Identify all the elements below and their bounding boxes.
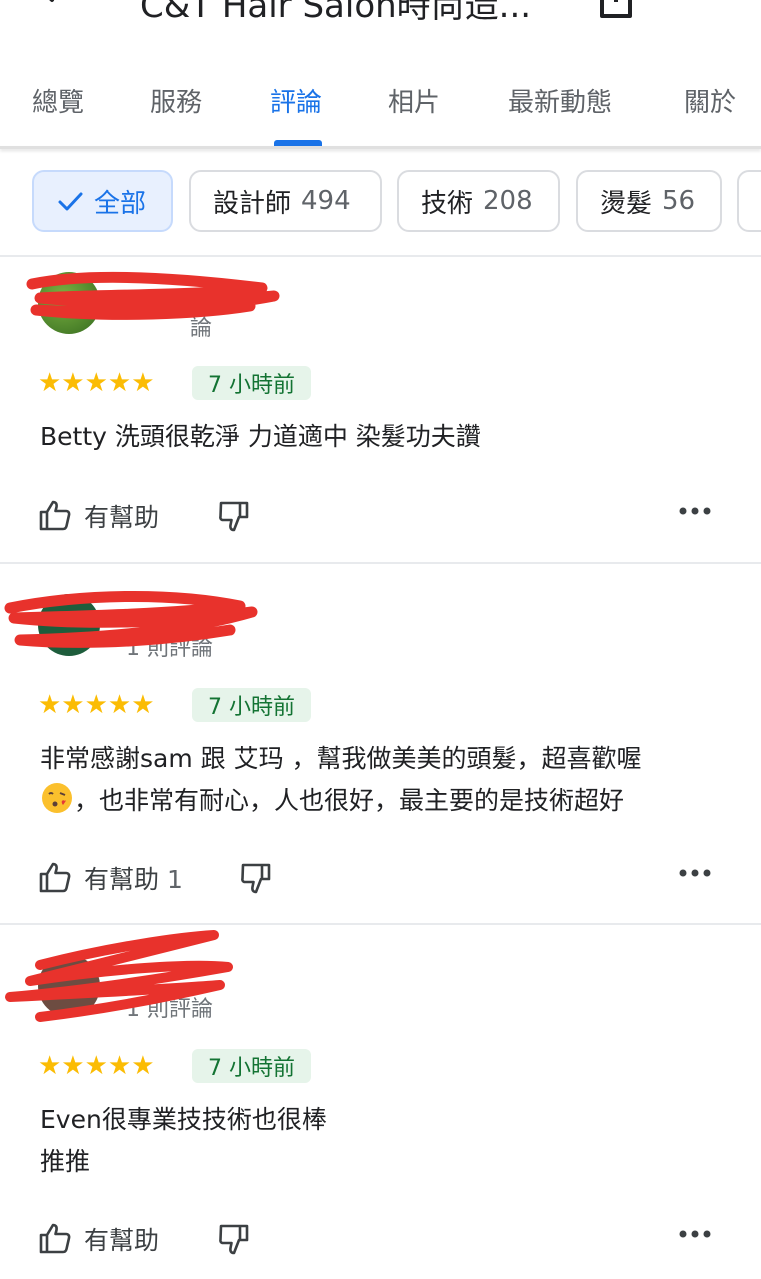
review-text-line: 非常感謝sam 跟 艾玛 ，幫我做美美的頭髮，超喜歡喔 [40, 744, 642, 773]
redaction-scribble [26, 271, 280, 320]
review-text: Betty 洗頭很乾淨 力道適中 染髮功夫讚 [40, 422, 481, 451]
review-actions: 有幫助 1 [38, 860, 738, 900]
more-horiz-icon[interactable] [678, 868, 712, 878]
share-icon[interactable] [596, 0, 636, 20]
review-text-line-2: ，也非常有耐心，人也很好，最主要的是技術超好 [40, 780, 720, 822]
place-title: C&T Hair Salon時尚造... [140, 0, 532, 26]
review-actions: 有幫助 [38, 498, 738, 538]
tabs-divider [0, 146, 761, 149]
tab-updates[interactable]: 最新動態 [508, 82, 612, 119]
back-arrow-icon[interactable] [18, 0, 78, 20]
star-rating: ★★★★★ [38, 690, 155, 720]
redaction-scribble [4, 590, 258, 648]
chip-label: 技術 [421, 188, 474, 219]
thumb-down-icon[interactable] [218, 1223, 252, 1257]
review-time-badge: 7 小時前 [192, 688, 311, 722]
helpful-label: 有幫助 [84, 503, 160, 532]
chip-count: 494 [301, 186, 351, 216]
helpful-count: 1 [166, 865, 183, 894]
helpful-button[interactable]: 有幫助 [84, 1221, 159, 1257]
redaction-scribble [5, 930, 233, 1022]
chip-label: 燙髮 [600, 188, 653, 219]
more-horiz-icon[interactable] [678, 1229, 712, 1239]
chip-label: 設計師 [213, 188, 292, 219]
chip-count: 208 [483, 186, 533, 216]
helpful-label: 有幫助 [84, 865, 160, 894]
review-actions: 有幫助 [38, 1221, 738, 1261]
place-tabs: 總覽 服務 評論 相片 最新動態 關於 [0, 62, 761, 148]
star-rating: ★★★★★ [38, 1051, 155, 1081]
helpful-label: 有幫助 [84, 1226, 160, 1255]
review-text: Even很專業技技術也很棒 推推 [40, 1099, 720, 1183]
chip-perm[interactable]: 燙髮 56 [576, 170, 722, 232]
review-card: 1 則評論 ★★★★★ 7 小時前 非常感謝sam 跟 艾玛 ，幫我做美美的頭髮… [0, 564, 761, 922]
tab-reviews[interactable]: 評論 [270, 82, 322, 119]
review-text-line: Even很專業技技術也很棒 [40, 1105, 327, 1134]
helpful-button[interactable]: 有幫助 1 [84, 860, 183, 896]
review-text: 非常感謝sam 跟 艾玛 ，幫我做美美的頭髮，超喜歡喔 ，也非常有耐心，人也很好… [40, 738, 720, 822]
thumb-up-icon[interactable] [38, 1221, 72, 1255]
review-text-continued: ，也非常有耐心，人也很好，最主要的是技術超好 [74, 786, 625, 815]
check-icon [58, 192, 83, 211]
more-vert-icon[interactable]: ••• [690, 0, 738, 10]
top-app-bar: C&T Hair Salon時尚造... ••• [0, 0, 761, 40]
tab-overview[interactable]: 總覽 [32, 82, 84, 119]
chip-designer[interactable]: 設計師 494 [189, 170, 382, 232]
thumb-down-icon[interactable] [218, 500, 252, 534]
chip-label: 全部 [94, 188, 147, 219]
review-time-badge: 7 小時前 [192, 1049, 311, 1083]
more-horiz-icon[interactable] [678, 506, 712, 516]
helpful-button[interactable]: 有幫助 [84, 498, 159, 534]
thumb-up-icon[interactable] [38, 860, 72, 894]
tab-photos[interactable]: 相片 [388, 82, 440, 119]
chip-count: 56 [662, 186, 696, 216]
chip-technique[interactable]: 技術 208 [397, 170, 560, 232]
thumb-down-icon[interactable] [240, 862, 274, 896]
kissing-face-emoji-icon [42, 783, 72, 813]
reviewer-header[interactable]: 1 則評論 [0, 564, 300, 661]
chips-divider [0, 255, 761, 257]
chip-more[interactable] [737, 170, 761, 232]
review-text-line-2: 推推 [40, 1147, 91, 1176]
thumb-up-icon[interactable] [38, 498, 72, 532]
reviewer-header[interactable]: 1 則評論 [0, 925, 300, 1022]
review-card: 論 ★★★★★ 7 小時前 Betty 洗頭很乾淨 力道適中 染髮功夫讚 有幫助 [0, 258, 761, 562]
chip-all[interactable]: 全部 [32, 170, 173, 232]
review-filter-chips: 全部 設計師 494 技術 208 燙髮 56 [0, 170, 761, 234]
tab-services[interactable]: 服務 [150, 82, 202, 119]
review-time-badge: 7 小時前 [192, 366, 311, 400]
star-rating: ★★★★★ [38, 368, 155, 398]
tab-about[interactable]: 關於 [684, 82, 736, 119]
reviewer-header[interactable]: 論 [0, 258, 300, 341]
review-card: 1 則評論 ★★★★★ 7 小時前 Even很專業技技術也很棒 推推 有幫助 [0, 925, 761, 1279]
